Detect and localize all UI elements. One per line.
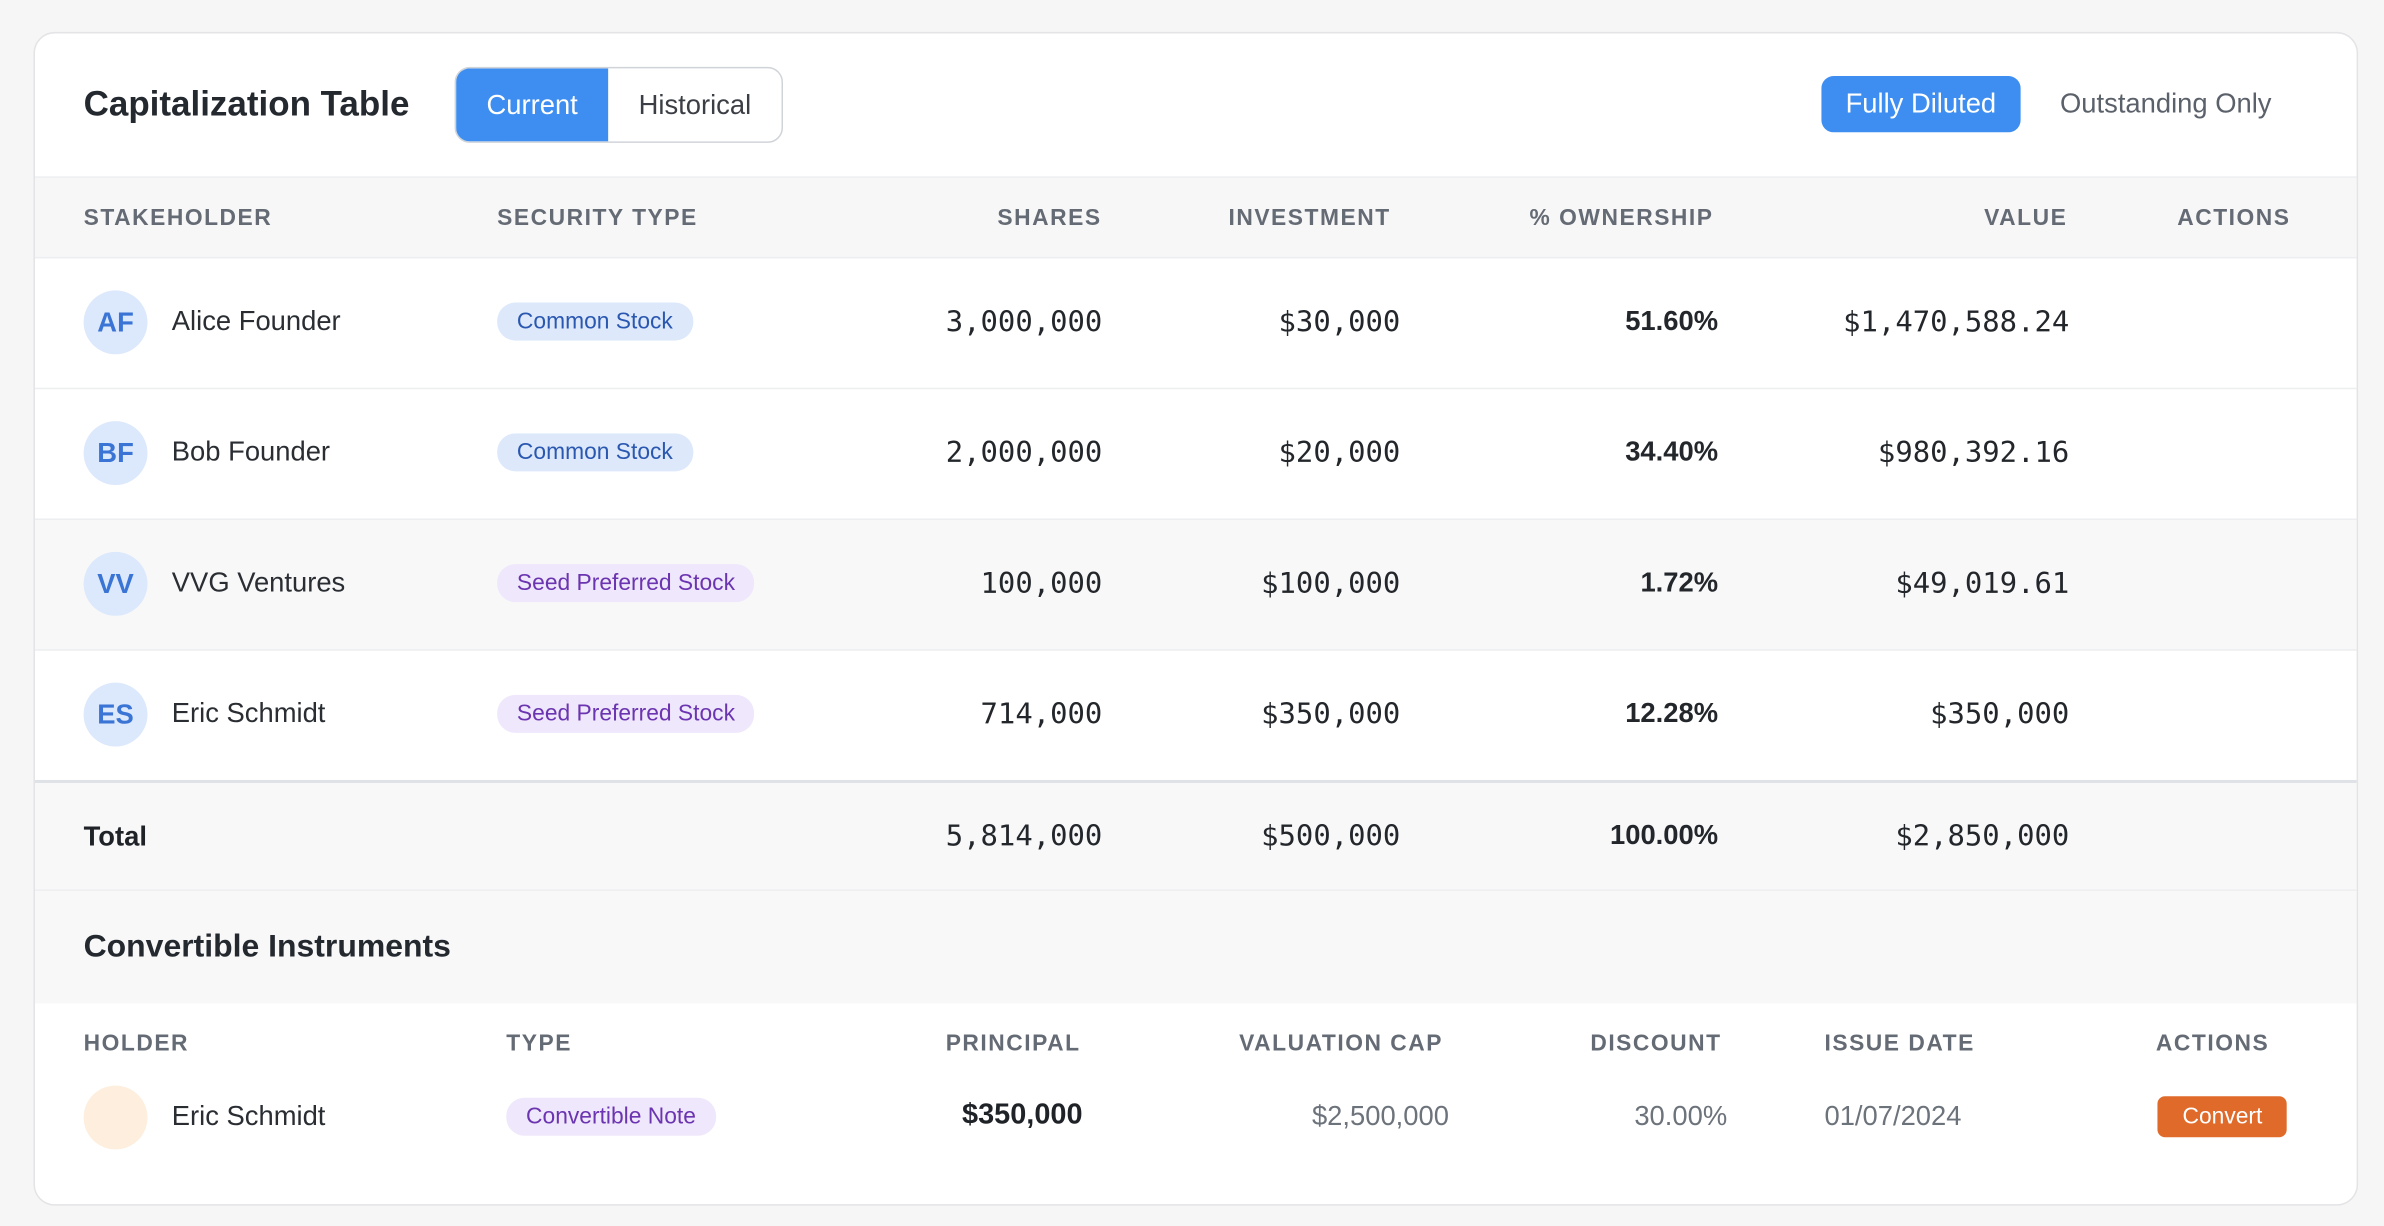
total-shares: 5,814,000 [945, 819, 1103, 853]
convertibles-title: Convertible Instruments [83, 928, 451, 964]
col-conv-actions: ACTIONS [2155, 1030, 2270, 1057]
security-type-badge: Common Stock [497, 433, 693, 472]
issue-date-value: 01/07/2024 [1824, 1100, 1962, 1132]
cap-table-header: Capitalization Table Current Historical … [34, 33, 2357, 178]
avatar: ES [83, 682, 148, 747]
avatar: AF [83, 290, 148, 355]
col-discount: DISCOUNT [1590, 1030, 1722, 1057]
security-type-badge: Common Stock [497, 302, 693, 341]
fully-diluted-button[interactable]: Fully Diluted [1821, 76, 2021, 133]
ownership-value: 12.28% [1625, 697, 1719, 729]
convertibles-table-header: HOLDER TYPE PRINCIPAL VALUATION CAP DISC… [34, 1003, 2357, 1083]
outstanding-only-button[interactable]: Outstanding Only [2036, 76, 2296, 132]
equity-value: $1,470,588.24 [1843, 305, 2070, 340]
principal-value: $350,000 [962, 1099, 1083, 1132]
dilution-toggle: Fully Diluted Outstanding Only [1821, 76, 2296, 133]
stakeholder-name: VVG Ventures [171, 567, 346, 598]
tab-historical[interactable]: Historical [608, 68, 781, 141]
col-ownership: % OWNERSHIP [1529, 205, 1714, 232]
cap-table-card: Capitalization Table Current Historical … [33, 31, 2359, 1206]
table-row: AF Alice Founder Common Stock 3,000,000 … [34, 258, 2357, 390]
investment-value: $100,000 [1261, 567, 1401, 601]
instrument-type-badge: Convertible Note [506, 1097, 716, 1136]
total-row: Total 5,814,000 $500,000 100.00% $2,850,… [34, 779, 2357, 891]
table-row: BF Bob Founder Common Stock 2,000,000 $2… [34, 389, 2357, 520]
avatar: BF [83, 421, 148, 486]
investment-value: $350,000 [1261, 697, 1401, 732]
table-row: VV VVG Ventures Seed Preferred Stock 100… [34, 519, 2357, 651]
equity-value: $350,000 [1930, 697, 2070, 732]
stakeholder-name: Alice Founder [171, 305, 341, 337]
total-value: $2,850,000 [1895, 819, 2070, 853]
ownership-value: 51.60% [1625, 305, 1719, 337]
col-issue-date: ISSUE DATE [1824, 1030, 1975, 1057]
col-actions: ACTIONS [2177, 205, 2291, 232]
col-type: TYPE [506, 1030, 572, 1057]
table-row: Eric Schmidt Convertible Note $350,000 $… [34, 1082, 2357, 1183]
total-ownership: 100.00% [1610, 819, 1719, 850]
col-investment: INVESTMENT [1228, 205, 1391, 232]
col-security-type: SECURITY TYPE [497, 205, 698, 232]
col-stakeholder: STAKEHOLDER [83, 205, 273, 232]
col-shares: SHARES [997, 205, 1102, 232]
convertibles-section-header: Convertible Instruments [34, 890, 2357, 1004]
security-type-badge: Seed Preferred Stock [497, 694, 755, 733]
col-valuation-cap: VALUATION CAP [1239, 1030, 1444, 1057]
page-title: Capitalization Table [83, 83, 410, 124]
shares-value: 2,000,000 [945, 436, 1103, 470]
shares-value: 3,000,000 [945, 305, 1103, 340]
discount-value: 30.00% [1634, 1100, 1728, 1132]
investment-value: $20,000 [1278, 436, 1401, 470]
avatar [83, 1085, 148, 1150]
table-header: STAKEHOLDER SECURITY TYPE SHARES INVESTM… [34, 177, 2357, 259]
equity-value: $980,392.16 [1877, 436, 2070, 470]
ownership-value: 34.40% [1625, 436, 1719, 467]
investment-value: $30,000 [1278, 305, 1401, 340]
col-value: VALUE [1984, 205, 2068, 232]
security-type-badge: Seed Preferred Stock [497, 564, 755, 603]
total-label: Total [83, 821, 147, 852]
tab-current[interactable]: Current [456, 68, 609, 142]
col-principal: PRINCIPAL [945, 1030, 1081, 1057]
col-holder: HOLDER [83, 1030, 190, 1057]
total-investment: $500,000 [1261, 819, 1401, 853]
ownership-value: 1.72% [1640, 567, 1719, 598]
table-row: ES Eric Schmidt Seed Preferred Stock 714… [35, 651, 2357, 780]
equity-value: $49,019.61 [1895, 567, 2070, 601]
avatar: VV [83, 551, 148, 616]
holder-name: Eric Schmidt [171, 1100, 326, 1132]
stakeholder-name: Eric Schmidt [171, 697, 326, 729]
shares-value: 714,000 [980, 697, 1103, 732]
shares-value: 100,000 [980, 567, 1103, 601]
convert-button[interactable]: Convert [2158, 1096, 2287, 1138]
valuation-cap-value: $2,500,000 [1311, 1100, 1449, 1132]
period-toggle: Current Historical [454, 66, 784, 143]
stakeholder-name: Bob Founder [171, 436, 331, 467]
